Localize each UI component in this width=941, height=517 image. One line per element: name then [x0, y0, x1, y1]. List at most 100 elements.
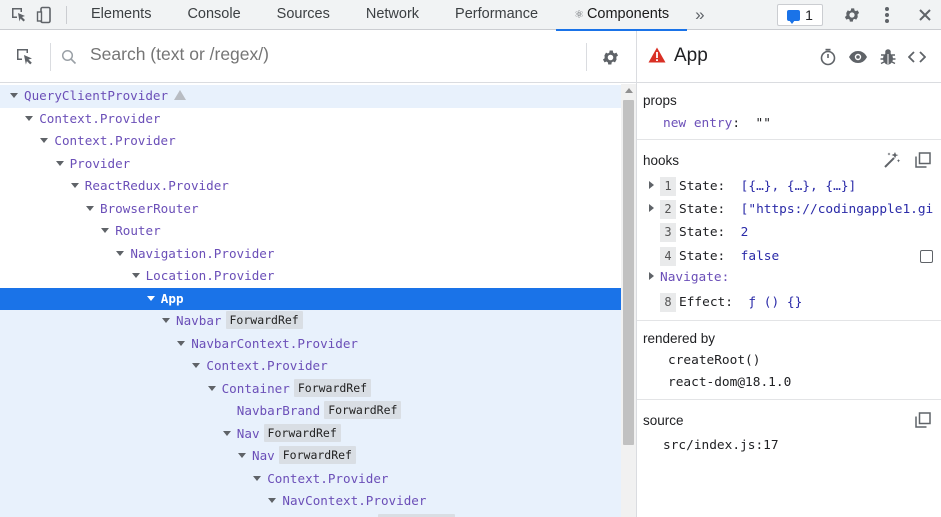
- expand-caret-icon[interactable]: [649, 204, 654, 213]
- expand-caret-icon[interactable]: [207, 385, 216, 391]
- expand-caret-icon[interactable]: [649, 181, 654, 189]
- search-input[interactable]: [90, 44, 490, 65]
- component-name-label: Provider: [69, 155, 131, 171]
- select-element-icon[interactable]: [14, 46, 36, 68]
- expand-caret-icon[interactable]: [253, 475, 262, 481]
- expand-caret-icon[interactable]: [116, 250, 125, 256]
- tree-row[interactable]: NavContext.Provider: [0, 490, 621, 513]
- eye-icon[interactable]: [848, 47, 868, 67]
- hook-value[interactable]: [{…}, {…}, {…}]: [741, 179, 857, 194]
- expand-caret-icon[interactable]: [238, 453, 246, 458]
- tab-components-label: Components: [586, 5, 670, 22]
- tree-row[interactable]: Location.Provider: [0, 265, 621, 288]
- kebab-menu-icon[interactable]: [874, 2, 900, 28]
- hook-index: 2: [660, 200, 676, 220]
- source-location[interactable]: src/index.js:17: [663, 438, 779, 453]
- hook-name: State:: [679, 225, 726, 241]
- prop-key: new entry: [663, 116, 733, 131]
- tree-row[interactable]: BrowserRouter: [0, 198, 621, 221]
- tab-elements[interactable]: Elements: [73, 0, 169, 30]
- hook-row[interactable]: Navigate:: [649, 270, 729, 285]
- hook-value[interactable]: 2: [741, 225, 749, 240]
- issues-icon: [787, 9, 801, 24]
- tree-row[interactable]: Router: [0, 220, 621, 243]
- hook-row[interactable]: 3 State: 2: [649, 223, 749, 243]
- hoc-badge: ForwardRef: [225, 311, 303, 329]
- rendered-by-item[interactable]: react-dom@18.1.0: [668, 375, 791, 390]
- device-toolbar-icon[interactable]: [32, 2, 58, 28]
- prop-value[interactable]: "": [755, 116, 770, 131]
- component-name-label: App: [160, 290, 184, 306]
- source-title: source: [643, 413, 684, 428]
- hook-row[interactable]: 8 Effect: ƒ () {}: [649, 293, 802, 312]
- magic-wand-icon[interactable]: [882, 150, 902, 170]
- tree-row[interactable]: NavbarBrand ForwardRef: [0, 400, 621, 423]
- tree-scrollbar[interactable]: [621, 84, 636, 517]
- tree-row[interactable]: App: [0, 287, 621, 310]
- close-icon[interactable]: [912, 2, 938, 28]
- hook-value[interactable]: false: [741, 249, 780, 264]
- tab-console[interactable]: Console: [169, 0, 258, 30]
- tree-row[interactable]: QueryClientProvider: [0, 85, 621, 108]
- tree-row[interactable]: NavbarContext.Provider: [0, 332, 621, 355]
- hook-value[interactable]: ["https://codingapple1.gi: [741, 202, 934, 217]
- hook-row[interactable]: 2 State: ["https://codingapple1.gi: [649, 200, 934, 220]
- tree-row[interactable]: Context.Provider: [0, 355, 621, 378]
- hook-index: 4: [660, 246, 676, 266]
- expand-caret-icon[interactable]: [40, 138, 49, 143]
- inspect-element-icon[interactable]: [6, 2, 32, 28]
- tab-performance[interactable]: Performance: [437, 0, 556, 30]
- expand-caret-icon[interactable]: [222, 430, 231, 436]
- issues-button[interactable]: 1: [777, 4, 823, 26]
- hook-index: 1: [660, 177, 676, 196]
- expand-caret-icon[interactable]: [131, 273, 140, 278]
- expand-caret-icon[interactable]: [70, 183, 79, 188]
- tree-row[interactable]: Provider: [0, 153, 621, 176]
- component-name-label: NavbarContext.Provider: [191, 335, 358, 351]
- tab-sources[interactable]: Sources: [259, 0, 348, 30]
- tree-row[interactable]: Navigation.Provider: [0, 243, 621, 266]
- tab-network[interactable]: Network: [348, 0, 437, 30]
- copy-icon[interactable]: [913, 150, 933, 170]
- tree-row[interactable]: Context.Provider: [0, 108, 621, 131]
- expand-caret-icon[interactable]: [55, 160, 64, 166]
- expand-caret-icon[interactable]: [162, 318, 170, 323]
- hook-row[interactable]: 4 State: false: [649, 246, 780, 266]
- tree-settings-gear-icon[interactable]: [600, 47, 620, 67]
- tree-row[interactable]: Nav ForwardRef: [0, 445, 621, 468]
- expand-caret-icon[interactable]: [146, 295, 155, 301]
- tree-row[interactable]: Container ForwardRef: [0, 377, 621, 400]
- component-name-label: Context.Provider: [39, 110, 161, 126]
- prop-row[interactable]: new entry: "": [663, 116, 771, 131]
- copy-source-icon[interactable]: [913, 410, 933, 430]
- tree-row[interactable]: Context.Provider: [0, 130, 621, 153]
- component-tree: QueryClientProvider Context.Provider Conte…: [0, 84, 621, 517]
- hook-row[interactable]: 1 State: [{…}, {…}, {…}]: [649, 177, 856, 196]
- settings-gear-icon[interactable]: [839, 2, 865, 28]
- view-source-icon[interactable]: [907, 47, 927, 67]
- hook-value[interactable]: ƒ () {}: [748, 295, 802, 310]
- expand-caret-icon[interactable]: [268, 498, 277, 503]
- tab-components[interactable]: ⚛ Components: [556, 0, 688, 31]
- expand-caret-icon[interactable]: [86, 205, 94, 211]
- tree-row[interactable]: Context.Provider: [0, 467, 621, 490]
- stopwatch-icon[interactable]: [818, 47, 838, 67]
- expand-caret-icon[interactable]: [101, 228, 110, 233]
- scroll-up-arrow-icon[interactable]: [625, 88, 633, 93]
- tree-row[interactable]: Nav ForwardRef: [0, 422, 621, 445]
- tree-row[interactable]: ForwardRef: [0, 512, 621, 517]
- more-tabs-icon[interactable]: »: [687, 5, 712, 25]
- expand-caret-icon[interactable]: [10, 93, 18, 98]
- search-icon: [60, 48, 78, 66]
- hook-name: State:: [679, 202, 726, 218]
- expand-caret-icon[interactable]: [177, 340, 186, 346]
- tree-row[interactable]: ReactRedux.Provider: [0, 175, 621, 198]
- bug-icon[interactable]: [878, 47, 898, 67]
- expand-caret-icon[interactable]: [649, 271, 654, 280]
- expand-caret-icon[interactable]: [192, 363, 201, 368]
- rendered-by-item[interactable]: createRoot(): [668, 353, 760, 368]
- scrollbar-thumb[interactable]: [623, 100, 634, 445]
- tree-row[interactable]: Navbar ForwardRef: [0, 310, 621, 333]
- hook-value-checkbox[interactable]: [920, 250, 933, 263]
- expand-caret-icon[interactable]: [25, 115, 34, 121]
